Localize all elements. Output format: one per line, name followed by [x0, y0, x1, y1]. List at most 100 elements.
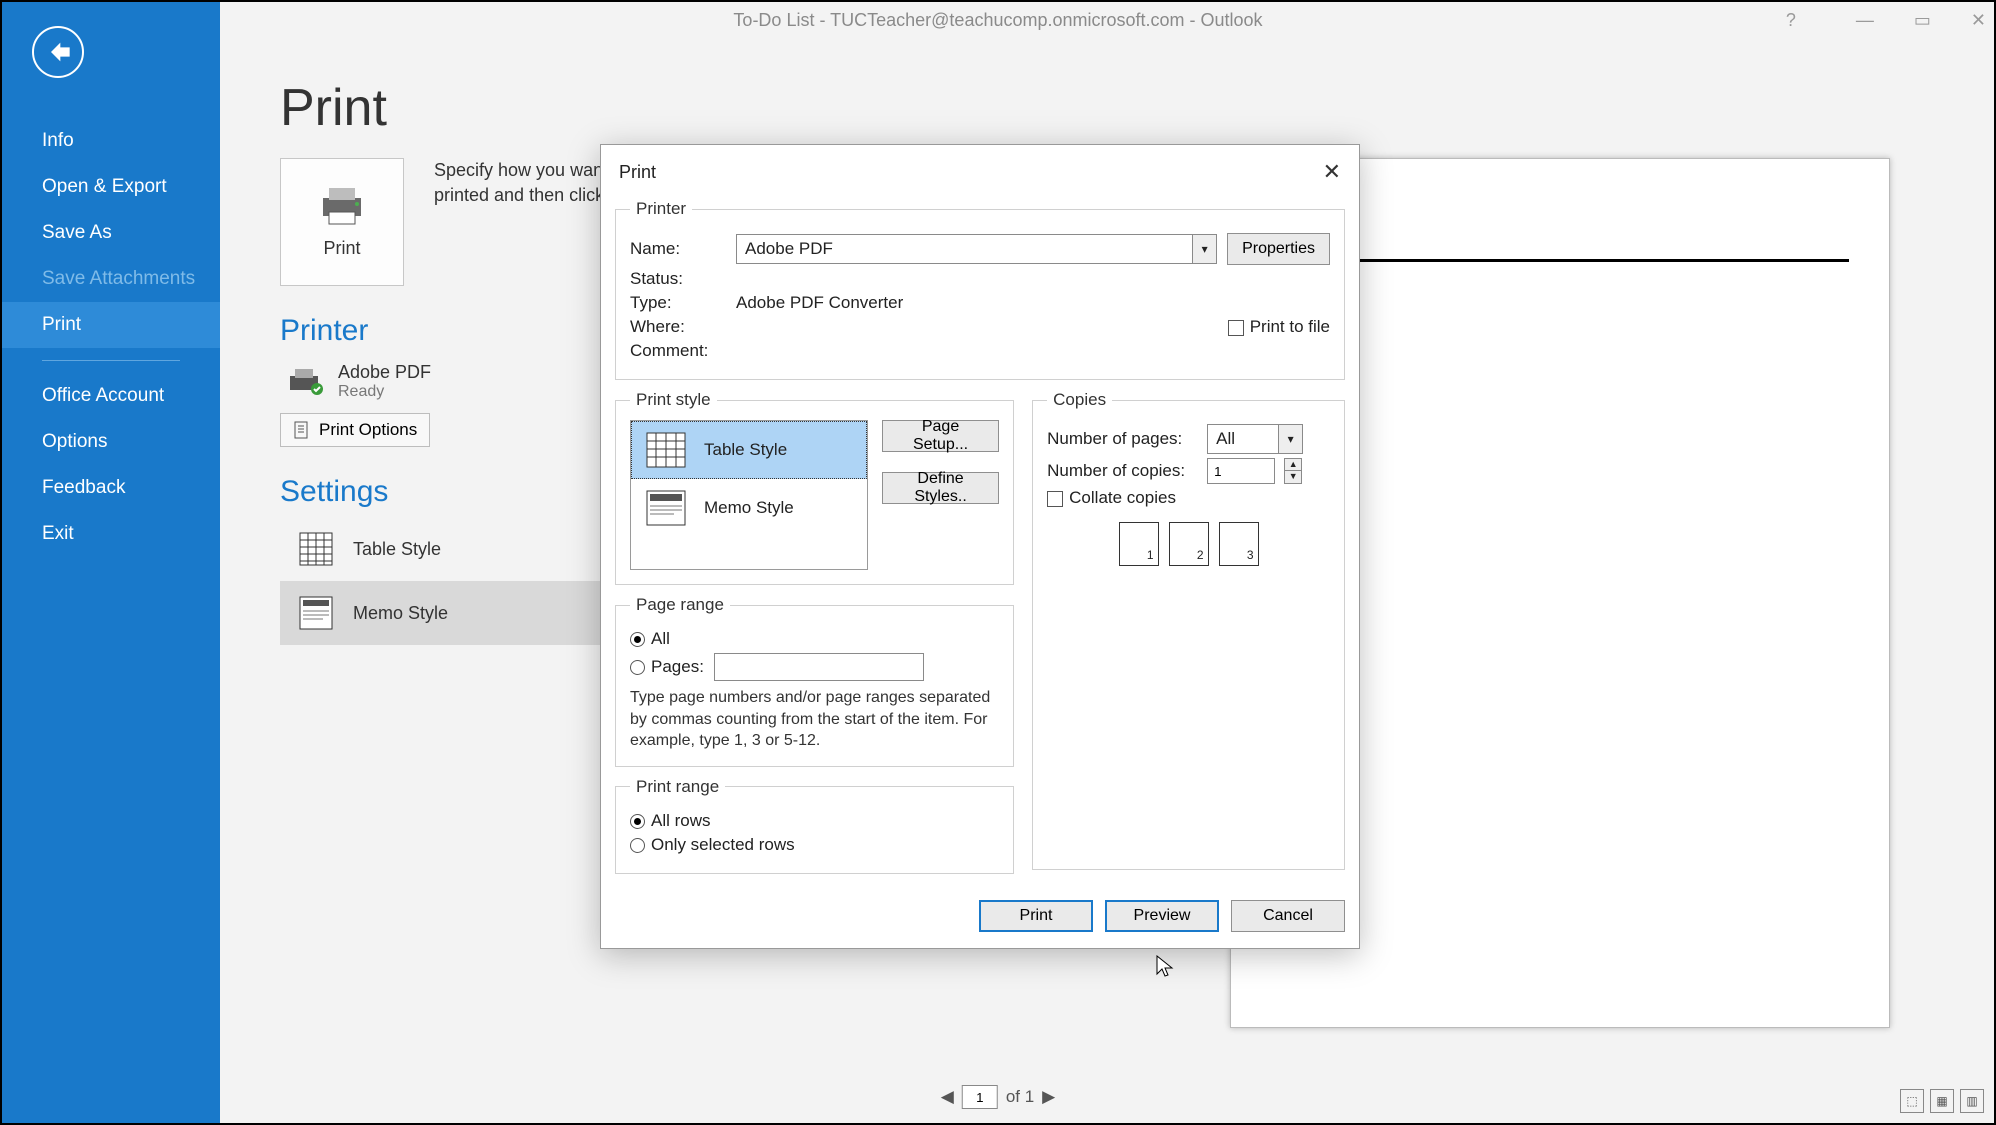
page-range-all-radio[interactable]: All	[630, 629, 670, 649]
help-icon[interactable]: ?	[1786, 10, 1796, 31]
comment-label: Comment:	[630, 341, 726, 361]
sidebar-label: Office Account	[42, 385, 164, 406]
printer-selector[interactable]: Adobe PDF Ready	[280, 356, 600, 407]
group-legend: Print range	[630, 777, 725, 797]
sidebar-item-save-attachments: Save Attachments	[2, 256, 220, 302]
style-item-memo[interactable]: Memo Style	[631, 479, 867, 537]
sidebar-label: Feedback	[42, 477, 125, 498]
next-page-icon[interactable]: ▶	[1042, 1087, 1055, 1107]
spin-down-icon[interactable]: ▼	[1285, 471, 1301, 483]
group-legend: Page range	[630, 595, 730, 615]
properties-button[interactable]: Properties	[1227, 233, 1330, 265]
page-range-hint: Type page numbers and/or page ranges sep…	[630, 687, 999, 752]
collate-illustration: 1 2 3	[1047, 522, 1330, 566]
sidebar-label: Exit	[42, 523, 74, 544]
multi-page-icon[interactable]: ▥	[1960, 1089, 1984, 1113]
radio-icon	[630, 814, 645, 829]
zoom-controls: ⬚ ▦ ▥	[1900, 1089, 1984, 1113]
maximize-icon[interactable]: ▭	[1914, 10, 1931, 31]
radio-label: Only selected rows	[651, 835, 795, 854]
pages-input[interactable]	[714, 653, 924, 681]
settings-item-label: Table Style	[353, 539, 441, 560]
sidebar-item-save-as[interactable]: Save As	[2, 210, 220, 256]
type-label: Type:	[630, 293, 726, 313]
prev-page-icon[interactable]: ◀	[941, 1087, 954, 1107]
chevron-down-icon[interactable]: ▾	[1278, 425, 1302, 453]
dialog-print-button[interactable]: Print	[979, 900, 1093, 932]
copies-spinner[interactable]: ▲▼	[1284, 458, 1302, 484]
spin-up-icon[interactable]: ▲	[1285, 459, 1301, 471]
chevron-down-icon[interactable]: ▾	[1192, 235, 1216, 263]
actual-size-icon[interactable]: ⬚	[1900, 1089, 1924, 1113]
print-range-all-rows-radio[interactable]: All rows	[630, 811, 711, 831]
title-bar: To-Do List - TUCTeacher@teachucomp.onmic…	[2, 2, 1994, 38]
sidebar-item-exit[interactable]: Exit	[2, 511, 220, 557]
printer-icon	[317, 186, 367, 226]
copies-group: Copies Number of pages: All ▾ Number of …	[1032, 390, 1345, 870]
sidebar-item-options[interactable]: Options	[2, 419, 220, 465]
dialog-cancel-button[interactable]: Cancel	[1231, 900, 1345, 932]
checkbox-icon	[1047, 491, 1063, 507]
radio-label: All rows	[651, 811, 711, 830]
collate-checkbox[interactable]: Collate copies	[1047, 488, 1176, 508]
page-range-pages-radio[interactable]: Pages:	[630, 657, 704, 677]
close-window-icon[interactable]: ✕	[1971, 10, 1986, 31]
group-legend: Copies	[1047, 390, 1112, 410]
window-controls: ? — ▭ ✕	[1786, 2, 1986, 38]
where-label: Where:	[630, 317, 726, 337]
sidebar-item-print[interactable]: Print	[2, 302, 220, 348]
radio-label: All	[651, 629, 670, 648]
sidebar-label: Print	[42, 314, 81, 335]
memo-style-icon	[299, 596, 333, 630]
print-big-button-label: Print	[323, 238, 360, 259]
settings-item-memo-style[interactable]: Memo Style	[280, 581, 600, 645]
style-list[interactable]: Table Style Memo Style	[630, 420, 868, 570]
minimize-icon[interactable]: —	[1856, 10, 1874, 31]
print-big-button[interactable]: Print	[280, 158, 404, 286]
print-range-group: Print range All rows Only selected rows	[615, 777, 1014, 874]
radio-label: Pages:	[651, 657, 704, 676]
settings-item-label: Memo Style	[353, 603, 448, 624]
define-styles-button[interactable]: Define Styles..	[882, 472, 999, 504]
num-copies-label: Number of copies:	[1047, 461, 1197, 481]
back-button[interactable]	[32, 26, 84, 78]
page-range-group: Page range All Pages: Type page numbers …	[615, 595, 1014, 767]
table-style-icon	[299, 532, 333, 566]
radio-icon	[630, 838, 645, 853]
memo-style-icon	[646, 490, 686, 526]
sidebar-item-open-export[interactable]: Open & Export	[2, 164, 220, 210]
settings-item-table-style[interactable]: Table Style	[280, 517, 600, 581]
current-page-input[interactable]	[962, 1085, 998, 1109]
printer-name: Adobe PDF	[338, 362, 431, 383]
num-pages-label: Number of pages:	[1047, 429, 1197, 449]
sidebar-label: Info	[42, 130, 74, 151]
page-setup-button[interactable]: Page Setup...	[882, 420, 999, 452]
style-item-table[interactable]: Table Style	[631, 421, 867, 479]
group-legend: Print style	[630, 390, 717, 410]
status-label: Status:	[630, 269, 726, 289]
sidebar-item-office-account[interactable]: Office Account	[2, 373, 220, 419]
num-pages-combo[interactable]: All ▾	[1207, 424, 1303, 454]
checkbox-label: Print to file	[1250, 317, 1330, 336]
print-to-file-checkbox[interactable]: Print to file	[1228, 317, 1330, 337]
printer-status: Ready	[338, 383, 431, 401]
btn-label: Preview	[1134, 907, 1191, 925]
print-range-selected-rows-radio[interactable]: Only selected rows	[630, 835, 795, 855]
sidebar-item-feedback[interactable]: Feedback	[2, 465, 220, 511]
printer-icon	[288, 368, 324, 396]
radio-icon	[630, 660, 645, 675]
num-copies-input[interactable]	[1207, 458, 1275, 484]
one-page-icon[interactable]: ▦	[1930, 1089, 1954, 1113]
checkbox-label: Collate copies	[1069, 488, 1176, 507]
print-options-button[interactable]: Print Options	[280, 413, 430, 447]
print-dialog: Print ✕ Printer Name: Adobe PDF ▾ Proper…	[600, 144, 1360, 949]
table-style-icon	[646, 432, 686, 468]
printer-name-combo[interactable]: Adobe PDF ▾	[736, 234, 1217, 264]
sidebar-item-info[interactable]: Info	[2, 118, 220, 164]
dialog-preview-button[interactable]: Preview	[1105, 900, 1219, 932]
radio-icon	[630, 632, 645, 647]
close-icon[interactable]: ✕	[1323, 159, 1341, 185]
checkbox-icon	[1228, 320, 1244, 336]
btn-label: Properties	[1242, 240, 1315, 258]
type-value: Adobe PDF Converter	[736, 293, 903, 313]
